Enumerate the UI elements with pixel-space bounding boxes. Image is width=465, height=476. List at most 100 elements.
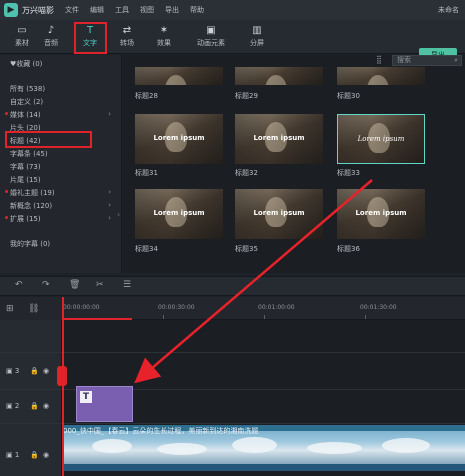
title-clip[interactable]: T (76, 386, 133, 422)
sidebar-item-custom[interactable]: 自定义 (2) (10, 97, 43, 107)
chevron-right-icon[interactable]: › (108, 201, 111, 209)
menu-view[interactable]: 视图 (140, 5, 154, 15)
sidebar-item-media[interactable]: 媒体 (14) (10, 110, 41, 120)
redo-icon[interactable]: ↷ (42, 280, 50, 290)
cloud-thumbnail (92, 439, 132, 453)
timeline-toolbar: ↶ ↷ 🗑 ✂ ☰ (0, 276, 465, 296)
grid-view-icon[interactable]: ⣿ (376, 55, 382, 64)
menu-export[interactable]: 导出 (165, 5, 179, 15)
tool-split-screen[interactable]: ▥ 分屏 (237, 24, 277, 50)
new-badge-dot (5, 190, 8, 193)
eye-icon[interactable]: ◉ (43, 451, 49, 459)
eye-icon[interactable]: ◉ (43, 402, 49, 410)
search-placeholder: 搜索 (397, 56, 411, 64)
track-3-label: ▣ 3 (6, 367, 20, 375)
elements-icon: ▣ (206, 25, 216, 36)
undo-icon[interactable]: ↶ (15, 280, 23, 290)
track-number: 1 (14, 451, 20, 459)
tool-effects-label: 效果 (157, 39, 171, 47)
sidebar-item-extensions[interactable]: 扩展 (15) (10, 214, 41, 224)
timeline-ruler-controls: ⊞ ⛓ (0, 297, 62, 320)
tool-transition[interactable]: ⇄ 转场 (107, 24, 147, 50)
title-thumbnail[interactable]: Lorem ipsum (235, 189, 323, 239)
sidebar-item-all[interactable]: 所有 (538) (10, 84, 45, 94)
sidebar-item-new-concept[interactable]: 新概念 (120) (10, 201, 52, 211)
chevron-right-icon[interactable]: › (108, 214, 111, 222)
highlight-box-titles-category (5, 131, 92, 148)
collapse-panel-icon[interactable]: ‹ (117, 210, 120, 219)
new-badge-dot (5, 216, 8, 219)
sidebar-item-wedding[interactable]: 婚礼主题 (19) (10, 188, 55, 198)
cloud-thumbnail (157, 443, 207, 455)
effects-icon: ✶ (159, 25, 169, 36)
project-title: 未命名 (438, 6, 459, 14)
thumbnail-preview-text: Lorem ipsum (355, 209, 407, 217)
eye-icon[interactable]: ◉ (43, 367, 49, 375)
sidebar-item-my-subtitles[interactable]: 我的字幕 (0) (10, 239, 50, 249)
menu-edit[interactable]: 编辑 (90, 5, 104, 15)
tool-split-screen-label: 分屏 (250, 39, 264, 47)
menu-file[interactable]: 文件 (65, 5, 79, 15)
track-2-label: ▣ 2 (6, 402, 20, 410)
title-thumbnail[interactable] (337, 67, 425, 85)
ruler-tick (365, 315, 366, 319)
chevron-right-icon[interactable]: › (108, 188, 111, 196)
audio-waveform (62, 464, 465, 471)
menu-help[interactable]: 帮助 (190, 5, 204, 15)
title-thumbnail[interactable] (135, 67, 223, 85)
sidebar-item-credits[interactable]: 片尾 (15) (10, 175, 41, 185)
adjust-icon[interactable]: ☰ (123, 280, 131, 290)
timeline-ruler[interactable]: 00:00:00:00 00:00:30:00 00:01:00:00 00:0… (62, 297, 465, 320)
link-icon[interactable]: ⛓ (28, 304, 39, 314)
track-number: 3 (14, 367, 20, 375)
timecode-label: 00:01:30:00 (360, 304, 397, 311)
thumbnail-label: 标题34 (135, 245, 158, 253)
transition-icon: ⇄ (122, 25, 132, 36)
playhead-handle[interactable] (57, 366, 67, 386)
ruler-tick (163, 315, 164, 319)
title-thumbnail[interactable] (235, 67, 323, 85)
thumbnail-label: 标题35 (235, 245, 258, 253)
cloud-thumbnail (382, 438, 430, 453)
title-thumbnail-selected[interactable]: Lorem ipsum (337, 114, 425, 164)
tool-audio[interactable]: ♪ 音频 (31, 24, 71, 50)
track-1-label: ▣ 1 (6, 451, 20, 459)
cloud-thumbnail (232, 437, 277, 453)
tool-elements-label: 动画元素 (197, 39, 225, 47)
cloud-thumbnail (307, 442, 362, 454)
sidebar-item-lower-thirds[interactable]: 字幕条 (45) (10, 149, 48, 159)
lock-icon[interactable]: 🔒 (30, 451, 39, 459)
track-divider (0, 389, 465, 390)
chevron-right-icon[interactable]: › (108, 110, 111, 118)
new-badge-dot (5, 112, 8, 115)
search-icon[interactable]: ⌕ (454, 56, 458, 65)
sidebar-favorites[interactable]: ♥收藏 (0) (10, 59, 42, 69)
video-clip[interactable]: 000_快中国_【春云】云朵的生长过程，美丽新到达的湘南洗题 (62, 425, 465, 471)
playhead[interactable] (62, 297, 64, 476)
tool-elements[interactable]: ▣ 动画元素 (191, 24, 231, 50)
thumbnail-preview-text: Lorem ipsum (253, 209, 305, 217)
tool-transition-label: 转场 (120, 39, 134, 47)
thumbnail-label: 标题36 (337, 245, 360, 253)
track-divider (0, 423, 465, 424)
cut-icon[interactable]: ✂ (96, 280, 104, 290)
title-thumbnail[interactable]: Lorem ipsum (135, 189, 223, 239)
title-library: ⣿ 搜索 ⌕ 标题28 标题29 标题30 Lorem ipsum Lorem … (123, 55, 465, 273)
delete-icon[interactable]: 🗑 (69, 280, 80, 290)
title-thumbnail[interactable]: Lorem ipsum (235, 114, 323, 164)
tool-effects[interactable]: ✶ 效果 (144, 24, 184, 50)
title-thumbnail[interactable]: Lorem ipsum (337, 189, 425, 239)
library-search-bar: ⣿ 搜索 ⌕ (123, 55, 465, 67)
lock-icon[interactable]: 🔒 (30, 402, 39, 410)
thumbnail-label: 标题31 (135, 169, 158, 177)
menu-tools[interactable]: 工具 (115, 5, 129, 15)
media-toolbar: ▭ 素材 ♪ 音频 T 文字 ⇄ 转场 ✶ 效果 ▣ 动画元素 ▥ 分屏 导出 (0, 20, 465, 62)
add-track-icon[interactable]: ⊞ (6, 304, 14, 314)
thumbnail-preview-text: Lorem ipsum (153, 209, 205, 217)
title-thumbnail[interactable]: Lorem ipsum (135, 114, 223, 164)
lock-icon[interactable]: 🔒 (30, 367, 39, 375)
sidebar-item-subtitles[interactable]: 字幕 (73) (10, 162, 41, 172)
search-input[interactable]: 搜索 ⌕ (392, 55, 462, 66)
menu-bar: ▶ 万兴喵影 文件 编辑 工具 视图 导出 帮助 未命名 (0, 0, 465, 20)
thumbnail-label: 标题30 (337, 92, 360, 100)
